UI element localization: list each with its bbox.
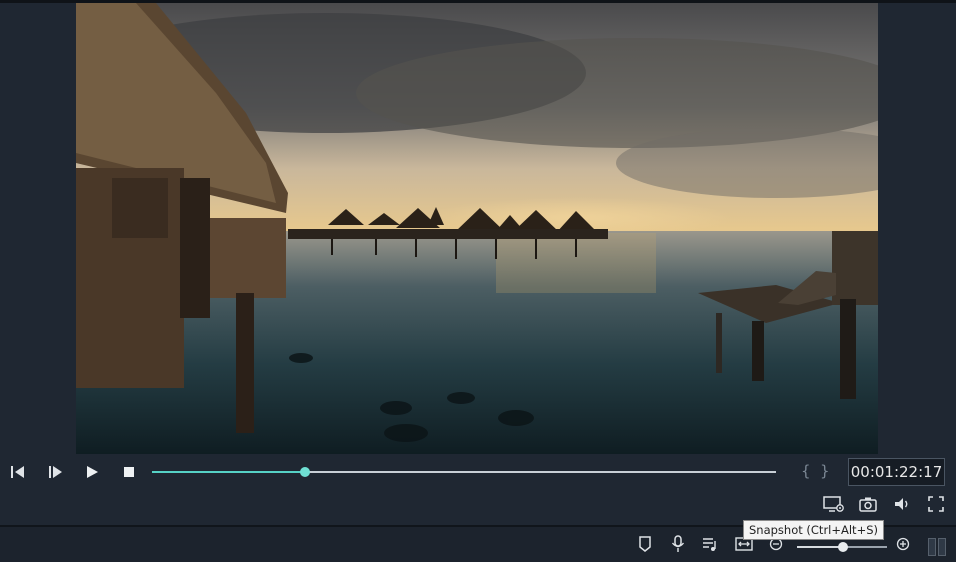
stop-icon [124,467,134,477]
video-frame-image [76,3,878,454]
step-forward-button[interactable] [43,460,67,484]
zoom-in-icon [896,537,910,551]
fullscreen-icon [928,496,944,512]
stop-button[interactable] [117,460,141,484]
play-icon [87,466,98,478]
speaker-icon [895,498,908,510]
playback-progress-bar[interactable] [152,467,776,477]
mark-in-button[interactable]: { [801,462,811,480]
step-forward-icon [49,466,62,478]
fullscreen-button[interactable] [924,492,948,516]
volume-button[interactable] [890,492,914,516]
camera-icon [859,497,877,512]
timecode-display: 00:01:22:17 [848,458,945,486]
mark-out-button[interactable]: } [820,462,830,480]
add-marker-button[interactable] [634,533,656,555]
preview-panel [0,3,956,454]
audio-list-icon [703,538,716,551]
play-button[interactable] [80,460,104,484]
marker-icon [639,536,651,552]
step-backward-icon [11,466,24,478]
playback-controls: { } 00:01:22:17 [0,454,956,490]
monitor-settings-icon [823,496,844,512]
panel-resize-handle-left[interactable] [928,538,936,556]
snapshot-button[interactable] [856,492,880,516]
preview-tools [0,490,956,518]
step-backward-button[interactable] [6,460,30,484]
zoom-slider-fill [797,546,843,548]
playback-progress-fill [152,471,305,473]
zoom-slider-handle[interactable] [837,542,848,552]
snapshot-tooltip: Snapshot (Ctrl+Alt+S) [743,520,884,540]
voiceover-button[interactable] [667,533,689,555]
microphone-icon [671,535,685,552]
panel-resize-handle-right[interactable] [938,538,946,556]
video-preview[interactable] [76,3,878,454]
render-preview-button[interactable] [822,492,846,516]
zoom-in-button[interactable] [892,533,914,555]
playhead-handle[interactable] [299,467,310,477]
audio-mixer-button[interactable] [699,533,721,555]
timeline-zoom-slider[interactable] [797,542,887,552]
